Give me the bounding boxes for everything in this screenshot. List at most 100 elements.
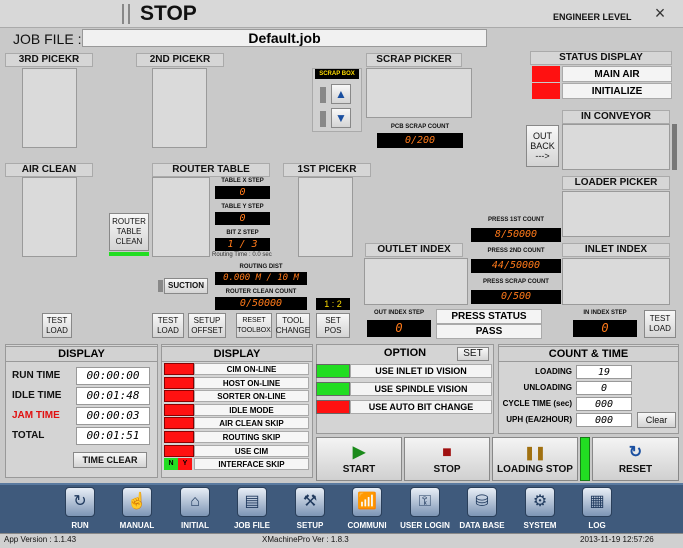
- start-button[interactable]: ▶ START: [316, 437, 402, 481]
- nav-system-icon: ⚙: [525, 487, 555, 517]
- status-indicator: [164, 417, 194, 430]
- job-file-field[interactable]: Default.job: [82, 29, 487, 47]
- app-version: App Version : 1.1.43: [4, 535, 77, 544]
- nav-run[interactable]: ↻ RUN: [54, 487, 106, 533]
- stop-label: STOP: [433, 464, 461, 475]
- nav-label: SYSTEM: [523, 521, 557, 530]
- time-clear-button[interactable]: TIME CLEAR: [73, 452, 147, 468]
- nav-setup[interactable]: ⚒ SETUP: [284, 487, 336, 533]
- status-item-label: IDLE MODE: [194, 403, 309, 416]
- grip-icon: [122, 4, 130, 24]
- uph: 000: [576, 413, 632, 427]
- nav-label: DATA BASE: [459, 521, 505, 530]
- ratio-display: 1 : 2: [316, 298, 350, 310]
- section-scrap-picker: SCRAP PICKER: [366, 53, 462, 67]
- section-inlet-index: INLET INDEX: [562, 243, 670, 257]
- press-2nd-count: 44/50000: [471, 259, 561, 273]
- suction-indicator: [158, 280, 163, 292]
- outlet-index-panel: [364, 258, 468, 305]
- option-item[interactable]: USE SPINDLE VISION: [316, 382, 492, 396]
- nav-data-base[interactable]: ⛁ DATA BASE: [456, 487, 508, 533]
- set-pos-button[interactable]: SET POS: [316, 313, 350, 338]
- press-status-value: PASS: [436, 324, 542, 339]
- section-router-table: ROUTER TABLE: [152, 163, 270, 177]
- status-initialize-indicator: [532, 83, 560, 99]
- section-outlet-index: OUTLET INDEX: [365, 243, 463, 257]
- arrow-down-icon[interactable]: ▼: [331, 108, 351, 128]
- close-icon[interactable]: ×: [650, 4, 670, 24]
- scrap-box-label: SCRAP BOX: [315, 69, 359, 79]
- status-item-label: HOST ON-LINE: [194, 376, 309, 389]
- setup-offset-button[interactable]: SETUP OFFSET: [188, 313, 226, 338]
- scrap-box-indicator: [320, 87, 326, 103]
- status-indicator: [164, 431, 194, 443]
- status-indicator: [164, 363, 194, 375]
- interface-n[interactable]: N: [164, 458, 178, 471]
- loading-stop-button[interactable]: ❚❚ LOADING STOP: [492, 437, 578, 481]
- section-in-conveyor: IN CONVEYOR: [562, 110, 670, 124]
- nav-label: JOB FILE: [233, 521, 270, 530]
- scrap-box-indicator-2: [320, 111, 326, 127]
- option-indicator[interactable]: [316, 382, 350, 396]
- option-item[interactable]: USE INLET ID VISION: [316, 364, 492, 378]
- nav-initial[interactable]: ⌂ INITIAL: [169, 487, 221, 533]
- suction-button[interactable]: SUCTION: [164, 278, 208, 294]
- time-row-label: RUN TIME: [12, 370, 61, 381]
- time-row-label: JAM TIME: [12, 410, 60, 421]
- option-set-button[interactable]: SET: [457, 347, 489, 361]
- status-item-label: SORTER ON-LINE: [194, 390, 309, 403]
- nav-label: MANUAL: [119, 521, 155, 530]
- time-row-value: 00:01:51: [76, 427, 150, 445]
- inlet-index-panel: [562, 258, 670, 305]
- section-1st-picker: 1ST PICEKR: [283, 163, 371, 177]
- datetime: 2013-11-19 12:57:26: [580, 535, 654, 544]
- out-back-button[interactable]: OUT BACK --->: [526, 125, 559, 167]
- press-scrap-count-label: PRESS SCRAP COUNT: [483, 279, 549, 285]
- router-clean-count: 0/50000: [215, 297, 307, 310]
- tool-change-button[interactable]: TOOL CHANGE: [276, 313, 310, 338]
- test-load-mid-button[interactable]: TEST LOAD: [152, 313, 184, 338]
- status-item-label: ROUTING SKIP: [194, 431, 309, 443]
- status-list-header: DISPLAY: [161, 346, 313, 362]
- reset-button[interactable]: ↻ RESET: [592, 437, 679, 481]
- nav-log-icon: ▦: [582, 487, 612, 517]
- arrow-up-icon[interactable]: ▲: [331, 84, 351, 104]
- status-item-label: USE CIM: [194, 444, 309, 457]
- cycle-time-label: CYCLE TIME (sec): [502, 399, 572, 408]
- nav-user-login[interactable]: ⚿ USER LOGIN: [399, 487, 451, 533]
- interface-toggle[interactable]: NY: [164, 458, 194, 471]
- 1st-picker-panel: [298, 177, 353, 257]
- count-time-header: COUNT & TIME: [498, 346, 679, 362]
- status-list-item: AIR CLEAN SKIP: [164, 417, 309, 430]
- option-item[interactable]: USE AUTO BIT CHANGE: [316, 400, 492, 414]
- press-1st-count: 8/50000: [471, 228, 561, 242]
- nav-system[interactable]: ⚙ SYSTEM: [514, 487, 566, 533]
- router-clean-count-label: ROUTER CLEAN COUNT: [225, 289, 297, 295]
- status-list-item: IDLE MODE: [164, 403, 309, 416]
- nav-communi[interactable]: 📶 COMMUNI: [341, 487, 393, 533]
- loading-count-label: LOADING: [535, 367, 572, 376]
- time-row-label: TOTAL: [12, 430, 45, 441]
- status-indicator: [164, 390, 194, 403]
- loading-stop-indicator: [580, 437, 590, 481]
- reset-toolbox-button[interactable]: RESET TOOLBOX: [236, 313, 272, 338]
- stop-button[interactable]: ■ STOP: [404, 437, 490, 481]
- status-main-air-indicator: [532, 66, 560, 82]
- option-indicator[interactable]: [316, 400, 350, 414]
- section-loader-picker: LOADER PICKER: [562, 176, 670, 190]
- option-indicator[interactable]: [316, 364, 350, 378]
- router-table-clean-button[interactable]: ROUTER TABLE CLEAN: [109, 213, 149, 251]
- nav-log[interactable]: ▦ LOG: [571, 487, 623, 533]
- nav-manual[interactable]: ☝ MANUAL: [111, 487, 163, 533]
- page-title: STOP: [140, 2, 197, 25]
- time-row-label: IDLE TIME: [12, 390, 62, 401]
- test-load-right-button[interactable]: TEST LOAD: [644, 310, 676, 338]
- count-clear-button[interactable]: Clear: [637, 412, 676, 428]
- interface-y[interactable]: Y: [178, 458, 192, 471]
- out-index-step: 0: [367, 320, 431, 337]
- status-initialize: INITIALIZE: [562, 83, 672, 99]
- nav-job-file[interactable]: ▤ JOB FILE: [226, 487, 278, 533]
- table-x-step-label: TABLE X STEP: [221, 178, 264, 184]
- test-load-left-button[interactable]: TEST LOAD: [42, 313, 72, 338]
- unloading-count-label: UNLOADING: [523, 383, 572, 392]
